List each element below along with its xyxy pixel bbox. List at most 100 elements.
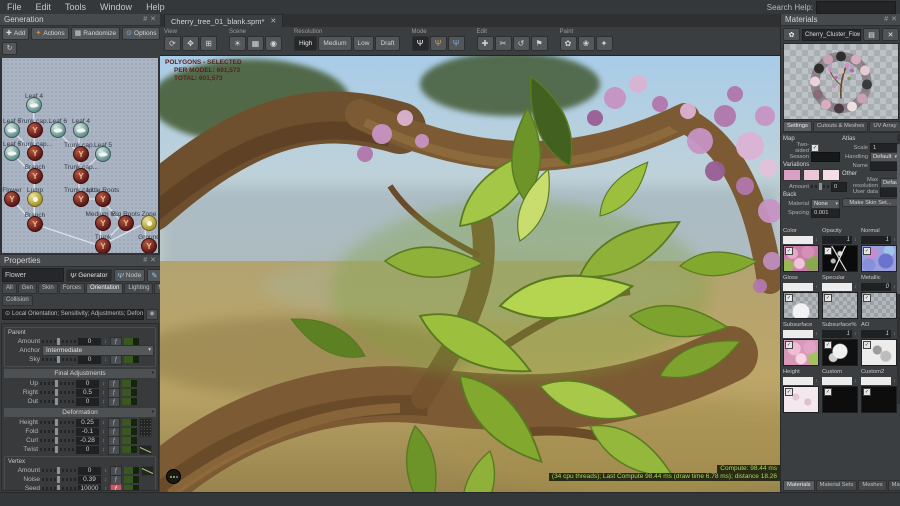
value-field[interactable]: 0 xyxy=(76,379,99,388)
undo-icon[interactable]: ↺ xyxy=(512,36,530,51)
dock-icon[interactable]: # xyxy=(884,14,888,25)
variance-bar[interactable] xyxy=(122,437,137,444)
materials-bottom-tab[interactable]: Masks xyxy=(887,480,900,491)
paint-spark-icon[interactable]: ✦ xyxy=(595,36,613,51)
value-slider[interactable] xyxy=(40,437,74,444)
texture-value-field[interactable]: 0 xyxy=(861,283,891,291)
curve-button[interactable]: ƒ xyxy=(108,444,120,455)
material-tab[interactable]: UV Array xyxy=(869,121,900,132)
material-tab[interactable]: Cutouts & Meshes xyxy=(812,121,869,132)
properties-tab[interactable]: Skin xyxy=(38,283,58,294)
node-mode-button[interactable]: Ψ Node xyxy=(113,268,146,282)
variance-bar[interactable] xyxy=(124,485,139,490)
texture-enabled-checkbox[interactable]: ✓ xyxy=(863,388,871,396)
menu-item[interactable]: Window xyxy=(93,0,139,14)
material-preview[interactable] xyxy=(783,43,899,120)
snapshot-icon[interactable]: ◉ xyxy=(146,309,158,320)
variation-swatch[interactable] xyxy=(783,169,801,181)
stepper[interactable]: ↕ xyxy=(103,466,108,475)
close-icon[interactable]: ✕ xyxy=(150,14,156,25)
stepper[interactable]: ↕ xyxy=(103,355,108,364)
value-slider[interactable] xyxy=(40,380,74,387)
resolution-option[interactable]: Low xyxy=(352,36,375,51)
texture-value-field[interactable]: 1 xyxy=(822,330,852,338)
texture-thumbnail[interactable]: ✓ xyxy=(822,292,858,319)
camera-icon[interactable]: ◉ xyxy=(265,36,282,51)
stepper[interactable]: ↕ xyxy=(814,283,819,291)
generator-node[interactable]: Branch xyxy=(25,164,45,184)
document-tab[interactable]: Cherry_tree_01_blank.spm* ✕ xyxy=(164,14,284,27)
randomize-button[interactable]: ▦ Randomize xyxy=(70,27,121,40)
help-search-input[interactable] xyxy=(816,0,896,14)
variation-swatch[interactable] xyxy=(802,169,821,181)
texture-enabled-checkbox[interactable]: ✓ xyxy=(863,341,871,349)
actions-button[interactable]: ✦ Actions xyxy=(31,27,69,40)
resolution-option[interactable]: High xyxy=(294,36,318,51)
make-skin-set-button[interactable]: Make Skin Set... xyxy=(842,198,899,207)
materials-bottom-tab[interactable]: Material Sets xyxy=(815,480,858,491)
properties-tab[interactable]: Forces xyxy=(58,283,86,294)
variance-bar[interactable] xyxy=(122,380,137,387)
paint-flowers-icon[interactable]: ✿ xyxy=(559,36,577,51)
material-tab[interactable]: Settings xyxy=(783,121,812,132)
tree-mode-icon[interactable]: Ψ xyxy=(411,36,429,51)
properties-tab[interactable]: All xyxy=(2,283,17,294)
atlas-name-field[interactable] xyxy=(870,160,899,171)
texture-value-field[interactable] xyxy=(783,330,813,338)
pan-icon[interactable]: ✥ xyxy=(182,36,199,51)
grid-icon[interactable]: ▦ xyxy=(247,36,264,51)
texture-enabled-checkbox[interactable]: ✓ xyxy=(785,247,793,255)
generator-node[interactable]: Medium R... xyxy=(85,211,121,231)
options-button[interactable]: ⊙ Options xyxy=(122,27,161,40)
texture-value-field[interactable] xyxy=(783,236,813,244)
section-header-deformation[interactable]: Deformation xyxy=(4,408,156,417)
section-header-final-adjustments[interactable]: Final Adjustments xyxy=(4,369,156,378)
amount-slider[interactable] xyxy=(42,338,76,345)
generator-node[interactable]: Branch xyxy=(25,212,45,232)
properties-tab[interactable]: Gen xyxy=(17,283,38,294)
texture-thumbnail[interactable]: ✓ xyxy=(783,292,819,319)
stepper[interactable]: ↕ xyxy=(101,418,106,427)
new-material-button[interactable]: ▤ xyxy=(863,28,880,41)
cut-icon[interactable]: ✂ xyxy=(494,36,512,51)
spacing-field[interactable]: 0.001 xyxy=(811,207,840,218)
texture-enabled-checkbox[interactable]: ✓ xyxy=(824,388,832,396)
resolution-option[interactable]: Medium xyxy=(318,36,352,51)
menu-item[interactable]: Edit xyxy=(29,0,59,14)
generator-node[interactable]: Big Roots xyxy=(112,211,140,231)
properties-tab[interactable]: Lighting xyxy=(124,283,154,294)
stepper[interactable]: ↕ xyxy=(101,397,106,406)
generator-node[interactable]: Leaf 4 xyxy=(25,93,43,113)
generator-node[interactable]: Lump xyxy=(27,187,43,207)
curve-button[interactable]: ƒ xyxy=(110,354,122,365)
texture-enabled-checkbox[interactable]: ✓ xyxy=(785,294,793,302)
variance-bar[interactable] xyxy=(122,419,137,426)
variation-swatch[interactable] xyxy=(822,169,841,181)
value-slider[interactable] xyxy=(40,389,74,396)
texture-value-field[interactable]: 1 xyxy=(822,236,852,244)
properties-tab[interactable]: Orientation xyxy=(86,283,124,294)
value-slider[interactable] xyxy=(40,398,74,405)
back-material-dropdown[interactable]: None xyxy=(811,198,840,209)
variance-bar[interactable] xyxy=(122,398,137,405)
close-icon[interactable]: ✕ xyxy=(150,255,156,266)
generator-node[interactable]: Flower xyxy=(2,187,22,207)
add-button[interactable]: ✚ Add xyxy=(2,27,30,40)
variance-bar[interactable] xyxy=(122,389,137,396)
resolution-option[interactable]: Draft xyxy=(375,36,400,51)
flag-icon[interactable]: ⚑ xyxy=(530,36,548,51)
season-swatch[interactable] xyxy=(811,151,840,162)
materials-bottom-tab[interactable]: Materials xyxy=(783,480,815,491)
stepper[interactable]: ↕ xyxy=(101,427,106,436)
texture-enabled-checkbox[interactable]: ✓ xyxy=(824,341,832,349)
stepper[interactable]: ↕ xyxy=(103,475,108,484)
generator-node[interactable]: Trunk cap... xyxy=(18,118,52,138)
variance-bar[interactable] xyxy=(122,428,137,435)
two-sided-checkbox[interactable]: ✓ xyxy=(811,143,819,152)
compute-indicator-badge[interactable] xyxy=(166,469,181,484)
value-slider[interactable] xyxy=(42,485,76,490)
variation-amount-slider[interactable] xyxy=(811,183,829,190)
texture-thumbnail[interactable]: ✓ xyxy=(822,386,858,413)
value-slider[interactable] xyxy=(42,467,76,474)
generator-node[interactable]: Trunk cap... xyxy=(18,141,52,161)
